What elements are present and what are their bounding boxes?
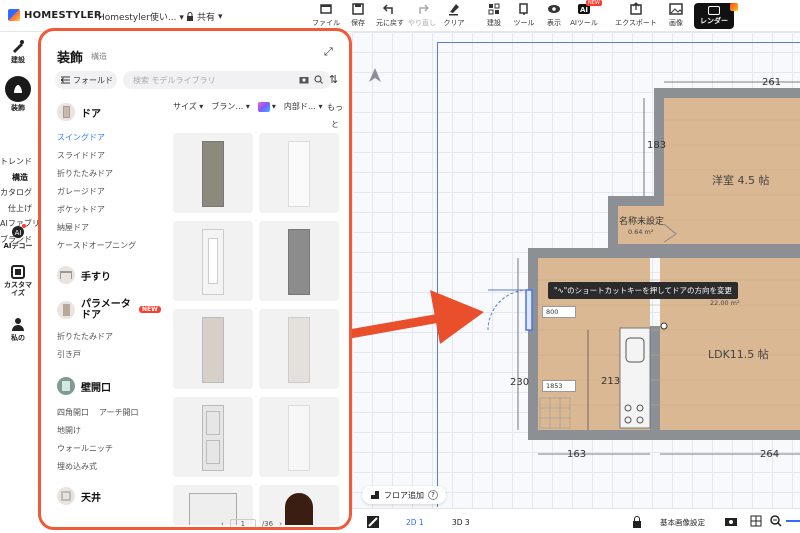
door-product-icon xyxy=(288,405,310,471)
door-direction-tooltip: "∿"のショートカットキーを押してドアの方向を変更 xyxy=(548,282,738,299)
room-area-ldk: 22.00 m² xyxy=(710,299,740,307)
help-icon[interactable]: ? xyxy=(428,490,438,500)
product-tile[interactable] xyxy=(259,309,339,389)
grid-icon[interactable] xyxy=(750,515,762,527)
product-tile[interactable] xyxy=(259,221,339,301)
dim-left: 183 xyxy=(647,140,667,151)
ceiling-thumb-icon xyxy=(57,487,75,505)
expand-icon[interactable]: ⤢ xyxy=(324,45,333,59)
dim-bottom-left: 163 xyxy=(567,449,587,460)
parametric-new-badge: NEW xyxy=(139,306,161,313)
camera-search-icon[interactable] xyxy=(299,75,309,84)
product-tile[interactable] xyxy=(259,133,339,213)
panel-title: 装飾 xyxy=(57,51,84,66)
category-ceiling[interactable]: 天井 xyxy=(57,487,101,505)
fold-icon xyxy=(61,76,70,84)
category-door[interactable]: ドア xyxy=(57,103,101,121)
door-thumb-icon xyxy=(57,103,75,121)
sub-square-opening[interactable]: 四角開口 xyxy=(57,407,89,418)
view-3d-toggle[interactable]: 3D 3 xyxy=(452,518,470,527)
door-product-icon xyxy=(202,405,224,471)
product-tile[interactable] xyxy=(173,221,253,301)
category-parametric-door[interactable]: パラメータドア xyxy=(57,299,139,321)
parametric-door-thumb-icon xyxy=(57,301,75,319)
category-railing[interactable]: 手すり xyxy=(57,266,111,284)
sub-barn-door[interactable]: 納屋ドア xyxy=(57,222,89,233)
sub-param-sliding-door[interactable]: 引き戸 xyxy=(57,349,81,360)
room-label-western[interactable]: 洋室 4.5 帖 xyxy=(712,172,770,188)
dim-bottom-right: 264 xyxy=(760,449,780,460)
product-tile[interactable] xyxy=(173,397,253,477)
door-product-icon xyxy=(288,229,310,295)
pagination: ‹ 1 /36 › xyxy=(221,519,282,528)
sub-garage-door[interactable]: ガレージドア xyxy=(57,186,105,197)
dim-inner: 213 xyxy=(601,376,621,387)
sub-cased-opening[interactable]: ケースドオープニング xyxy=(57,240,136,251)
floor-icon xyxy=(371,491,379,499)
sub-recessed[interactable]: 埋め込み式 xyxy=(57,461,97,472)
sub-swing-door[interactable]: スイングドア xyxy=(57,132,105,143)
railing-thumb-icon xyxy=(57,266,75,284)
sub-folding-door[interactable]: 折りたたみドア xyxy=(57,168,113,179)
product-tile[interactable] xyxy=(173,309,253,389)
page-input[interactable]: 1 xyxy=(229,519,256,527)
dim-top: 261 xyxy=(762,77,782,88)
add-floor-button[interactable]: フロア追加 ? xyxy=(362,486,446,504)
panel-subtitle: 構造 xyxy=(91,52,107,61)
sub-floor-opening[interactable]: 地開け xyxy=(57,425,81,436)
arch-door-product-icon xyxy=(285,493,313,525)
room-area-untitled: 0.64 m² xyxy=(628,228,654,236)
room-label-ldk[interactable]: LDK11.5 帖 xyxy=(708,346,769,362)
lock-icon[interactable] xyxy=(632,516,642,528)
layer-icon[interactable] xyxy=(366,515,380,529)
color-swatch-icon xyxy=(257,101,270,112)
filter-brand[interactable]: ブラン… ▾ xyxy=(211,101,250,112)
compass-icon xyxy=(369,68,381,82)
door-product-icon xyxy=(288,141,310,207)
sub-param-folding-door[interactable]: 折りたたみドア xyxy=(57,331,113,342)
model-search-input[interactable]: 検索 モデルライブラリ xyxy=(123,71,331,89)
filter-color[interactable]: ▾ xyxy=(257,101,276,112)
sub-pocket-door[interactable]: ポケットドア xyxy=(57,204,105,215)
next-page-icon[interactable]: › xyxy=(279,520,282,527)
filter-size[interactable]: サイズ ▾ xyxy=(173,101,203,112)
category-wall-opening[interactable]: 壁開口 xyxy=(57,377,111,395)
dim-side: 230 xyxy=(510,377,530,388)
room-label-untitled[interactable]: 名称未設定 xyxy=(619,214,664,227)
sub-sliding-door[interactable]: スライドドア xyxy=(57,150,105,161)
view-2d-toggle[interactable]: 2D 1 xyxy=(406,518,424,527)
wall-length-input[interactable]: 1853 xyxy=(542,380,576,392)
camera-icon[interactable] xyxy=(724,515,738,527)
door-product-icon xyxy=(202,141,224,207)
filter-interior-door[interactable]: 内部ド… ▾ xyxy=(284,101,323,112)
filter-bar: サイズ ▾ ブラン… ▾ ▾ 内部ド… ▾ xyxy=(173,101,322,112)
door-product-icon xyxy=(202,317,224,383)
door-width-input[interactable]: 800 xyxy=(542,306,576,318)
bottom-bar: 2D 1 3D 3 基本画像設定 xyxy=(352,508,800,533)
sub-arch-opening[interactable]: アーチ開口 xyxy=(99,407,139,418)
door-product-icon xyxy=(202,229,224,295)
door-product-icon xyxy=(288,317,310,383)
product-tile[interactable] xyxy=(259,397,339,477)
zoom-slider[interactable] xyxy=(786,520,800,522)
search-icon[interactable] xyxy=(314,75,323,84)
base-image-settings[interactable]: 基本画像設定 xyxy=(660,517,705,528)
prev-page-icon[interactable]: ‹ xyxy=(221,520,224,527)
decor-panel: 装飾 構造 ⤢ フォールド 検索 モデルライブラリ ⇅ ドア スイングドア スラ… xyxy=(38,28,352,530)
wall-opening-thumb-icon xyxy=(57,377,75,395)
zoom-out-icon[interactable] xyxy=(770,515,782,527)
sort-icon[interactable]: ⇅ xyxy=(329,73,338,86)
fold-button[interactable]: フォールド xyxy=(55,71,117,89)
sub-wall-niche[interactable]: ウォールニッチ xyxy=(57,443,113,454)
more-filters-link[interactable]: もっと xyxy=(327,99,343,133)
product-tile[interactable] xyxy=(173,133,253,213)
page-total: /36 xyxy=(261,520,274,528)
